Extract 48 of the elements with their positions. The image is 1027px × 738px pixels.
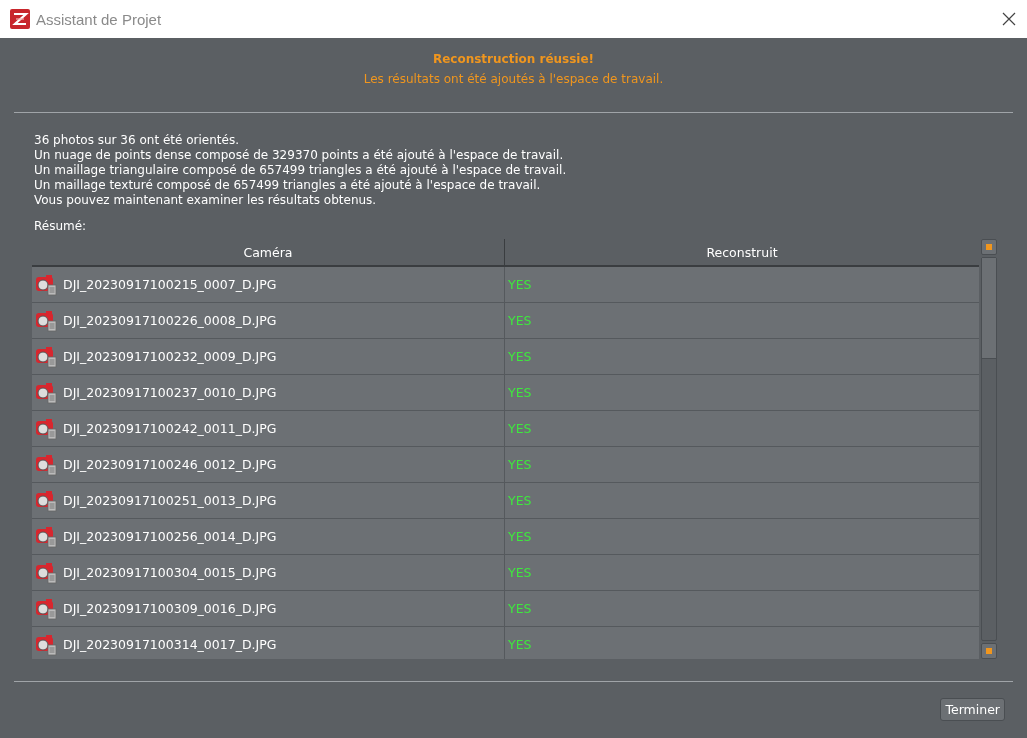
- finish-button[interactable]: Terminer: [940, 698, 1005, 721]
- app-logo-icon: [10, 9, 30, 29]
- result-message: Un maillage texturé composé de 657499 triangles a été ajouté à l'espace de travail.: [34, 178, 542, 193]
- close-icon[interactable]: [1001, 11, 1017, 27]
- column-header[interactable]: Caméra: [32, 239, 505, 265]
- camera-document-icon: [35, 381, 57, 404]
- result-message: Un nuage de points dense composé de 329370 points a été ajouté à l'espace de travail.: [34, 148, 565, 163]
- camera-filename: DJI_20230917100314_0017_D.JPG: [63, 637, 277, 652]
- camera-document-icon: [35, 417, 57, 440]
- camera-filename: DJI_20230917100215_0007_D.JPG: [63, 277, 277, 292]
- camera-filename: DJI_20230917100242_0011_D.JPG: [63, 421, 277, 436]
- result-message: 36 photos sur 36 ont été orientés.: [34, 133, 240, 148]
- window-title: Assistant de Projet: [36, 10, 162, 28]
- column-header[interactable]: Reconstruit: [505, 239, 979, 265]
- status-text: YES: [508, 565, 532, 580]
- status-text: YES: [508, 385, 532, 400]
- status-text: YES: [508, 529, 532, 544]
- success-subtitle: Les résultats ont été ajoutés à l'espace de travail.: [363, 72, 664, 86]
- status-text: YES: [508, 493, 532, 508]
- camera-document-icon: [35, 489, 57, 512]
- status-text: YES: [508, 637, 532, 652]
- camera-document-icon: [35, 453, 57, 476]
- camera-filename: DJI_20230917100256_0014_D.JPG: [63, 529, 277, 544]
- camera-document-icon: [35, 525, 57, 548]
- result-message: Un maillage triangulaire composé de 657499 triangles a été ajouté à l'espace de travail.: [34, 163, 568, 178]
- status-text: YES: [508, 421, 532, 436]
- status-text: YES: [508, 349, 532, 364]
- camera-filename: DJI_20230917100246_0012_D.JPG: [63, 457, 277, 472]
- camera-filename: DJI_20230917100251_0013_D.JPG: [63, 493, 277, 508]
- result-message: Vous pouvez maintenant examiner les résultats obtenus.: [34, 193, 378, 208]
- camera-document-icon: [35, 597, 57, 620]
- camera-document-icon: [35, 633, 57, 656]
- camera-filename: DJI_20230917100237_0010_D.JPG: [63, 385, 277, 400]
- camera-document-icon: [35, 561, 57, 584]
- camera-filename: DJI_20230917100232_0009_D.JPG: [63, 349, 277, 364]
- camera-document-icon: [35, 273, 57, 296]
- status-text: YES: [508, 457, 532, 472]
- status-text: YES: [508, 277, 532, 292]
- camera-document-icon: [35, 345, 57, 368]
- camera-filename: DJI_20230917100304_0015_D.JPG: [63, 565, 277, 580]
- status-text: YES: [508, 601, 532, 616]
- camera-filename: DJI_20230917100309_0016_D.JPG: [63, 601, 277, 616]
- summary-label: Résumé:: [34, 219, 88, 233]
- status-text: YES: [508, 313, 532, 328]
- vertical-scrollbar[interactable]: [981, 239, 997, 659]
- camera-document-icon: [35, 309, 57, 332]
- camera-filename: DJI_20230917100226_0008_D.JPG: [63, 313, 277, 328]
- success-heading: Reconstruction réussie!: [432, 52, 595, 66]
